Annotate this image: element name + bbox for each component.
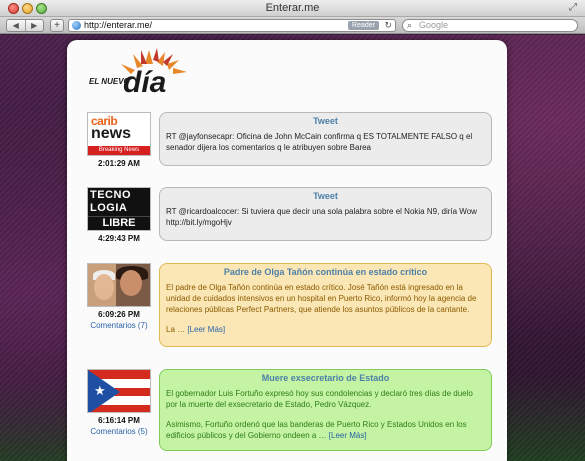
item-title: Tweet [313,116,338,126]
photo-detail [94,274,114,300]
thumbnail-column: carib news Breaking News 2:01:29 AM [87,112,151,168]
item-title[interactable]: Padre de Olga Tañón continúa en estado c… [166,267,485,277]
logo-big-text: día [123,66,166,96]
thumbnail-column: 6:09:26 PM Comentarios (7) [87,263,151,330]
thumb-text: Breaking News [88,146,150,155]
photo-detail [120,270,142,296]
reader-button[interactable]: Reader [348,21,379,30]
thumbnail-column: TECNO LOGIA LIBRE 4:29:43 PM [87,187,151,243]
el-nuevo-dia-logo[interactable]: EL NUEVO día [87,46,197,99]
search-placeholder: Google [419,20,449,30]
tweet-link[interactable]: http://bit.ly/mgoHjv [166,217,485,228]
carib-news-thumbnail[interactable]: carib news Breaking News [87,112,151,156]
page-background: EL NUEVO día carib news Breaking News 2:… [0,35,585,461]
item-title[interactable]: Muere exsecretario de Estado [166,373,485,383]
puerto-rico-flag-thumbnail[interactable]: ★ [87,369,151,413]
item-body: El padre de Olga Tañón continúa en estad… [166,283,477,314]
item-body: El gobernador Luis Fortuño expresó hoy s… [166,389,473,409]
tweet-bubble[interactable]: Tweet RT @ricardoalcocer: Si tuviera que… [159,187,492,241]
address-bar[interactable]: http://enterar.me/ Reader ↻ [68,19,396,32]
flag-star-icon: ★ [94,383,106,398]
back-forward-buttons: ◀ ▶ [6,19,44,32]
tweet-bubble[interactable]: Tweet RT @jayfonsecapr: Oficina de John … [159,112,492,166]
more-prefix: La … [166,325,188,334]
thumb-text: LIBRE [88,216,150,229]
add-bookmark-button[interactable]: + [50,19,64,32]
search-icon: ⌕ [407,20,413,30]
fullscreen-arrows-icon[interactable]: ⤢ [569,2,577,13]
reload-icon[interactable]: ↻ [384,20,392,31]
browser-toolbar: ◀ ▶ + http://enterar.me/ Reader ↻ ⌕ Goog… [0,17,585,34]
tecnologia-libre-thumbnail[interactable]: TECNO LOGIA LIBRE [87,187,151,231]
comments-link[interactable]: Comentarios (7) [87,321,151,330]
content-panel[interactable]: EL NUEVO día carib news Breaking News 2:… [67,40,507,461]
url-text[interactable]: http://enterar.me/ [84,20,152,31]
news-bubble[interactable]: Muere exsecretario de Estado El gobernad… [159,369,492,451]
item-body: RT @ricardoalcocer: Si tuviera que decir… [166,207,477,216]
forward-icon[interactable]: ▶ [24,20,44,31]
item-title: Tweet [313,191,338,201]
read-more-link[interactable]: [Leer Más] [329,431,367,440]
window-titlebar: Enterar.me ⤢ [0,0,585,17]
comments-link[interactable]: Comentarios (5) [87,427,151,436]
thumb-text: TECNO [90,189,131,201]
thumbnail-column: ★ 6:16:14 PM Comentarios (5) [87,369,151,436]
globe-icon [72,21,81,30]
news-bubble[interactable]: Padre de Olga Tañón continúa en estado c… [159,263,492,347]
read-more-link[interactable]: [Leer Más] [187,325,225,334]
search-field[interactable]: ⌕ Google [402,19,578,32]
read-more-line: La … [Leer Más] [166,324,485,335]
thumb-text: LOGIA [90,202,128,214]
window-title: Enterar.me [265,2,320,14]
sun-logo-icon: EL NUEVO día [89,48,187,99]
item-body-2-text: Asimismo, Fortuño ordenó que las bandera… [166,420,467,440]
item-body-2: Asimismo, Fortuño ordenó que las bandera… [166,419,485,441]
back-icon[interactable]: ◀ [7,20,25,31]
timestamp: 6:16:14 PM [98,416,140,425]
timestamp: 4:29:43 PM [98,234,140,243]
timestamp: 6:09:26 PM [98,310,140,319]
timestamp: 2:01:29 AM [98,159,140,168]
news-photo-thumbnail[interactable] [87,263,151,307]
thumb-text: news [91,125,132,142]
item-body: RT @jayfonsecapr: Oficina de John McCain… [166,132,473,152]
